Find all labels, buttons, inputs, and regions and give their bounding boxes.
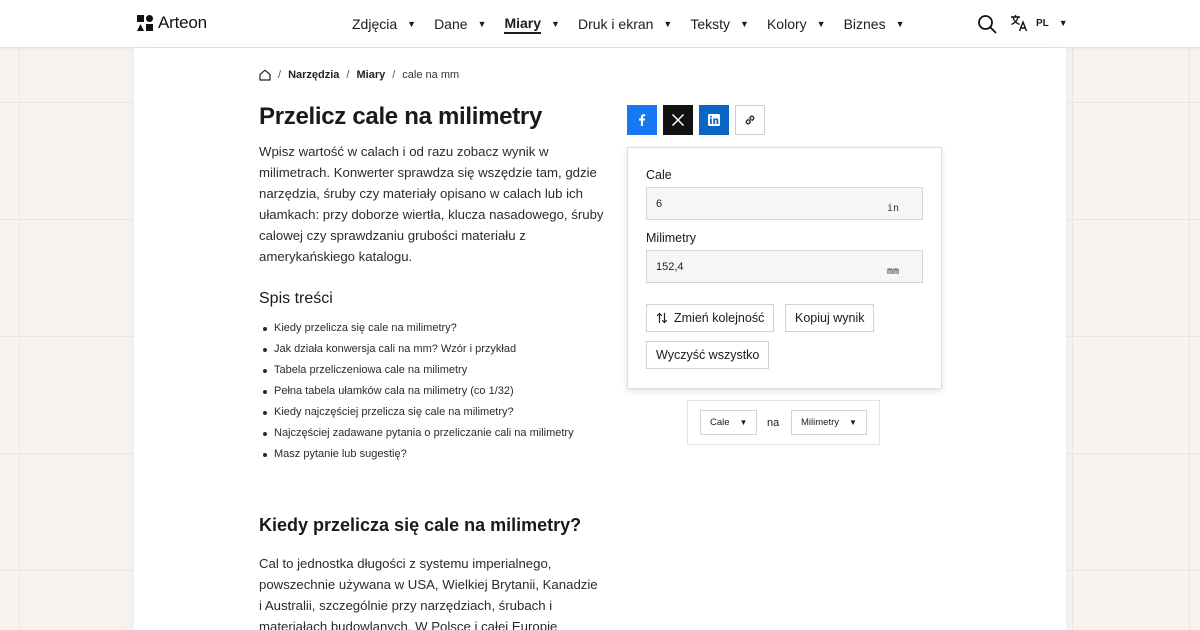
- toc-item[interactable]: Kiedy przelicza się cale na milimetry?: [263, 318, 574, 339]
- nav-item-druk-i-ekran[interactable]: Druk i ekran ▼: [578, 0, 672, 48]
- breadcrumb: / Narzędzia / Miary / cale na mm: [259, 69, 459, 81]
- breadcrumb-separator: /: [392, 69, 396, 81]
- chevron-down-icon: ▼: [663, 19, 673, 29]
- logo-icon: [137, 15, 153, 31]
- toc-item[interactable]: Najczęściej zadawane pytania o przelicza…: [263, 423, 574, 444]
- toc-item[interactable]: Pełna tabela ułamków cala na milimetry (…: [263, 381, 574, 402]
- breadcrumb-link-miary[interactable]: Miary: [356, 69, 385, 81]
- from-unit-select[interactable]: Cale ▼: [700, 410, 758, 435]
- toc-item[interactable]: Kiedy najczęściej przelicza się cale na …: [263, 402, 574, 423]
- table-of-contents: Kiedy przelicza się cale na milimetry? J…: [263, 318, 574, 465]
- nav-label: Dane: [434, 16, 468, 32]
- inches-unit: in: [886, 203, 899, 214]
- facebook-icon: [639, 114, 646, 126]
- copy-result-label: Kopiuj wynik: [795, 311, 865, 325]
- converter-panel: Cale 6 in Milimetry 152,4 mm Zmień kolej…: [627, 147, 942, 389]
- nav-label: Zdjęcia: [352, 16, 398, 32]
- to-unit-label: Milimetry: [801, 417, 839, 428]
- main-nav: Zdjęcia ▼ Dane ▼ Miary ▼ Druk i ekran ▼ …: [352, 0, 923, 48]
- to-unit-select[interactable]: Milimetry ▼: [791, 410, 867, 435]
- chevron-down-icon: ▼: [1058, 18, 1068, 28]
- from-unit-label: Cale: [710, 417, 730, 428]
- chevron-down-icon: ▼: [740, 19, 749, 29]
- x-icon: [671, 113, 685, 127]
- brand-logo[interactable]: Arteon: [137, 13, 207, 33]
- search-icon[interactable]: [977, 14, 997, 34]
- millimeters-value: 152,4: [656, 261, 684, 273]
- clear-all-label: Wyczyść wszystko: [656, 348, 760, 362]
- millimeters-label: Milimetry: [646, 231, 696, 245]
- nav-label: Kolory: [766, 16, 807, 32]
- nav-item-teksty[interactable]: Teksty ▼: [690, 0, 749, 48]
- nav-label: Teksty: [690, 16, 731, 32]
- breadcrumb-separator: /: [346, 69, 350, 81]
- share-linkedin-button[interactable]: [699, 105, 729, 135]
- inches-input[interactable]: 6 in: [646, 187, 923, 220]
- swap-label: Zmień kolejność: [674, 311, 765, 325]
- nav-label: Biznes: [843, 16, 886, 32]
- share-bar: [627, 105, 771, 135]
- swap-button[interactable]: Zmień kolejność: [646, 304, 775, 332]
- unit-connector: na: [767, 417, 780, 429]
- site-header: Arteon Zdjęcia ▼ Dane ▼ Miary ▼ Druk i e…: [0, 0, 1200, 48]
- brand-name: Arteon: [158, 13, 207, 32]
- millimeters-input[interactable]: 152,4 mm: [646, 250, 923, 283]
- language-selector[interactable]: PL ▼: [1010, 14, 1068, 32]
- swap-icon: [656, 312, 668, 324]
- millimeters-unit: mm: [886, 266, 899, 277]
- nav-item-kolory[interactable]: Kolory ▼: [767, 0, 826, 48]
- chevron-down-icon: ▼: [816, 19, 826, 29]
- chevron-down-icon: ▼: [895, 19, 905, 29]
- copy-link-button[interactable]: [735, 105, 765, 135]
- section-body: Cal to jednostka długości z systemu impe…: [259, 556, 598, 630]
- nav-item-zdjecia[interactable]: Zdjęcia ▼: [352, 0, 416, 48]
- nav-item-biznes[interactable]: Biznes ▼: [844, 0, 905, 48]
- breadcrumb-link-narzedzia[interactable]: Narzędzia: [288, 69, 339, 81]
- translate-icon: [1011, 15, 1028, 32]
- nav-item-miary[interactable]: Miary ▼: [504, 0, 560, 48]
- share-x-button[interactable]: [663, 105, 693, 135]
- home-icon[interactable]: [259, 69, 271, 81]
- content-card: / Narzędzia / Miary / cale na mm Przelic…: [134, 48, 1066, 630]
- link-icon: [745, 115, 755, 125]
- inches-label: Cale: [646, 168, 672, 182]
- page-title: Przelicz cale na milimetry: [259, 103, 543, 130]
- chevron-down-icon: ▼: [739, 418, 748, 427]
- inches-value: 6: [656, 198, 663, 210]
- chevron-down-icon: ▼: [477, 19, 487, 29]
- toc-item[interactable]: Tabela przeliczeniowa cale na milimetry: [263, 360, 574, 381]
- section-title: Kiedy przelicza się cale na milimetry?: [259, 515, 582, 535]
- nav-item-dane[interactable]: Dane ▼: [434, 0, 486, 48]
- linkedin-icon: [708, 114, 720, 126]
- unit-switch: Cale ▼ na Milimetry ▼: [687, 400, 880, 445]
- share-facebook-button[interactable]: [627, 105, 657, 135]
- copy-result-button[interactable]: Kopiuj wynik: [785, 304, 875, 332]
- language-code: PL: [1036, 17, 1049, 29]
- intro-text: Wpisz wartość w calach i od razu zobacz …: [259, 144, 604, 264]
- toc-title: Spis treści: [259, 290, 333, 307]
- breadcrumb-separator: /: [278, 69, 282, 81]
- clear-all-button[interactable]: Wyczyść wszystko: [646, 341, 770, 369]
- chevron-down-icon: ▼: [849, 418, 857, 427]
- breadcrumb-current: cale na mm: [402, 69, 460, 81]
- toc-item[interactable]: Masz pytanie lub sugestię?: [263, 444, 574, 465]
- nav-label: Druk i ekran: [577, 16, 654, 32]
- toc-item[interactable]: Jak działa konwersja cali na mm? Wzór i …: [263, 339, 574, 360]
- nav-label: Miary: [504, 15, 542, 34]
- chevron-down-icon: ▼: [407, 19, 417, 29]
- chevron-down-icon: ▼: [551, 19, 560, 29]
